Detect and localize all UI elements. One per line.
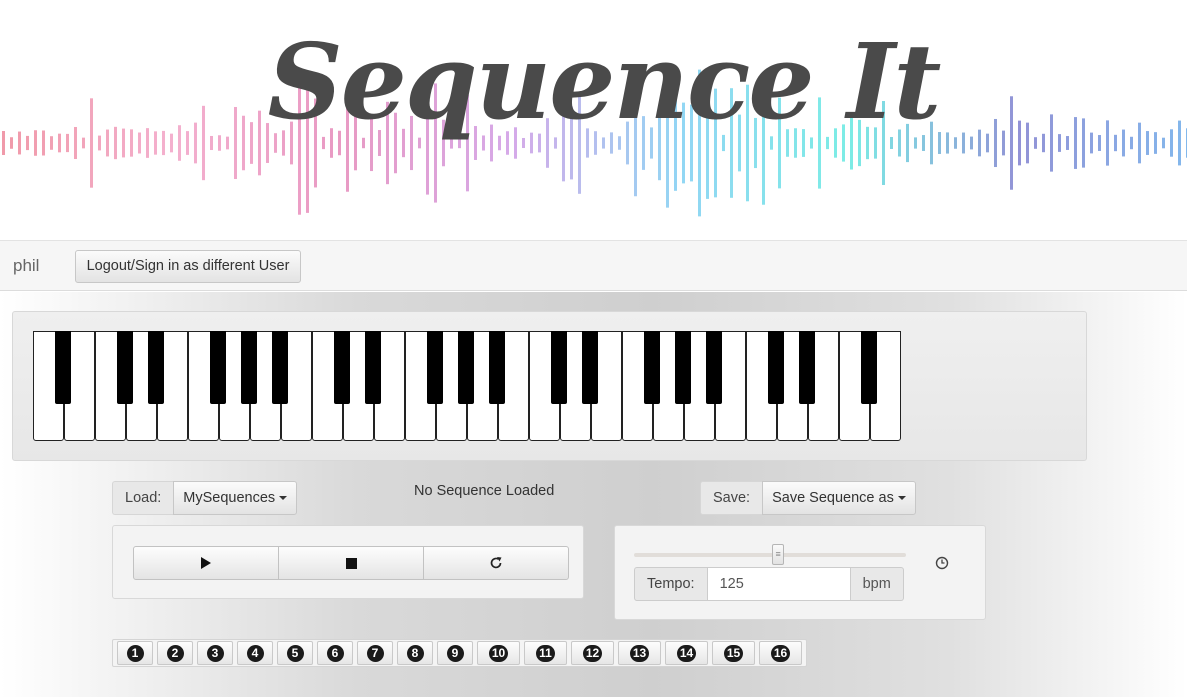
step-button-14[interactable]: 14	[665, 641, 708, 665]
save-dropdown[interactable]: Save Sequence as	[762, 481, 916, 515]
step-button-11[interactable]: 11	[524, 641, 567, 665]
tempo-panel: ≡ Tempo: bpm	[614, 525, 986, 620]
step-button-12[interactable]: 12	[571, 641, 614, 665]
step-number: 1	[126, 644, 144, 662]
header-banner: Sequence It	[0, 0, 1187, 240]
step-number: 12	[582, 644, 603, 662]
black-key[interactable]	[644, 331, 660, 404]
tempo-input-group: Tempo: bpm	[634, 567, 904, 601]
main-area: Load: MySequences No Sequence Loaded Sav…	[0, 292, 1187, 697]
transport-controls	[133, 546, 569, 580]
step-button-10[interactable]: 10	[477, 641, 520, 665]
black-key[interactable]	[272, 331, 288, 404]
step-selector: 1 2 3 4 5 6 7 8 9 10 11 12 13 14 15 16	[112, 639, 807, 667]
step-button-9[interactable]: 9	[437, 641, 473, 665]
step-number: 15	[723, 644, 744, 662]
bpm-label: bpm	[850, 567, 904, 601]
black-key[interactable]	[706, 331, 722, 404]
tempo-slider[interactable]	[634, 553, 906, 557]
caret-down-icon	[897, 496, 906, 501]
black-key[interactable]	[861, 331, 877, 404]
step-button-4[interactable]: 4	[237, 641, 273, 665]
stop-icon	[345, 557, 357, 569]
logout-button[interactable]: Logout/Sign in as different User	[75, 250, 301, 283]
save-dropdown-label: Save Sequence as	[772, 490, 894, 506]
step-button-6[interactable]: 6	[317, 641, 353, 665]
tempo-slider-handle[interactable]: ≡	[772, 544, 785, 565]
black-key[interactable]	[427, 331, 443, 404]
piano-keyboard	[33, 331, 901, 441]
username: phil	[13, 256, 40, 275]
step-button-7[interactable]: 7	[357, 641, 393, 665]
step-number: 4	[246, 644, 264, 662]
step-button-16[interactable]: 16	[759, 641, 802, 665]
step-number: 9	[446, 644, 464, 662]
stop-button[interactable]	[278, 546, 424, 580]
step-button-8[interactable]: 8	[397, 641, 433, 665]
save-label: Save:	[700, 481, 763, 515]
step-number: 13	[629, 644, 650, 662]
black-key[interactable]	[55, 331, 71, 404]
black-key[interactable]	[768, 331, 784, 404]
step-button-5[interactable]: 5	[277, 641, 313, 665]
black-key[interactable]	[582, 331, 598, 404]
refresh-icon	[490, 557, 502, 569]
step-number: 2	[166, 644, 184, 662]
user-bar: phil Logout/Sign in as different User	[0, 240, 1187, 291]
step-number: 10	[488, 644, 509, 662]
keyboard-panel	[12, 311, 1087, 461]
black-key[interactable]	[458, 331, 474, 404]
tempo-label: Tempo:	[634, 567, 707, 601]
black-key[interactable]	[334, 331, 350, 404]
black-key[interactable]	[117, 331, 133, 404]
black-key[interactable]	[489, 331, 505, 404]
step-button-1[interactable]: 1	[117, 641, 153, 665]
load-dropdown-label: MySequences	[183, 490, 276, 506]
step-button-3[interactable]: 3	[197, 641, 233, 665]
step-button-13[interactable]: 13	[618, 641, 661, 665]
step-number: 5	[286, 644, 304, 662]
load-label: Load:	[112, 481, 174, 515]
step-number: 14	[676, 644, 697, 662]
save-group: Save: Save Sequence as	[700, 481, 916, 515]
tempo-input[interactable]	[706, 567, 851, 601]
clock-icon[interactable]	[935, 556, 949, 570]
load-group: Load: MySequences	[112, 481, 298, 515]
step-number: 8	[406, 644, 424, 662]
caret-down-icon	[279, 496, 288, 501]
transport-panel	[112, 525, 584, 599]
step-number: 7	[366, 644, 384, 662]
black-key[interactable]	[241, 331, 257, 404]
play-icon	[201, 557, 211, 569]
load-dropdown[interactable]: MySequences	[173, 481, 298, 515]
black-key[interactable]	[365, 331, 381, 404]
black-key[interactable]	[210, 331, 226, 404]
wave-bar	[2, 131, 5, 155]
sequence-status: No Sequence Loaded	[414, 483, 555, 499]
step-button-15[interactable]: 15	[712, 641, 755, 665]
refresh-button[interactable]	[423, 546, 569, 580]
black-key[interactable]	[799, 331, 815, 404]
step-number: 3	[206, 644, 224, 662]
step-number: 11	[536, 644, 555, 662]
step-button-2[interactable]: 2	[157, 641, 193, 665]
step-number: 16	[770, 644, 791, 662]
step-number: 6	[326, 644, 344, 662]
app-title: Sequence It	[267, 20, 942, 143]
black-key[interactable]	[551, 331, 567, 404]
black-key[interactable]	[675, 331, 691, 404]
black-key[interactable]	[148, 331, 164, 404]
play-button[interactable]	[133, 546, 279, 580]
